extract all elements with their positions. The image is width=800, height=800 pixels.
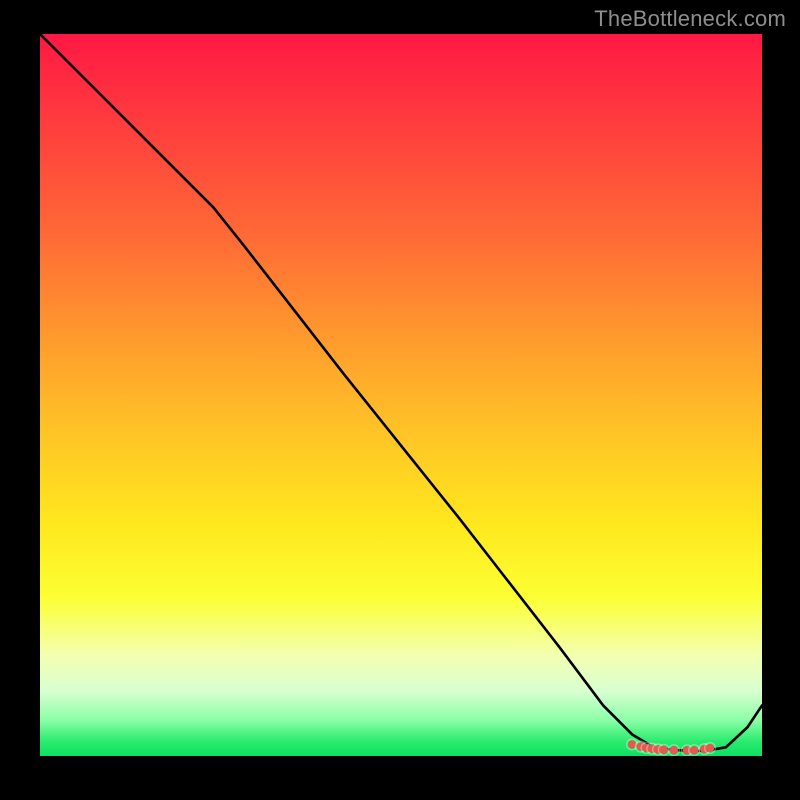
- sweet-spot-markers: [627, 739, 716, 756]
- bottleneck-curve: [40, 34, 762, 751]
- source-watermark: TheBottleneck.com: [594, 6, 786, 32]
- marker: [660, 746, 668, 754]
- marker: [670, 746, 678, 754]
- marker: [690, 746, 698, 754]
- marker: [706, 744, 714, 752]
- plot-svg: [40, 34, 762, 756]
- chart-frame: TheBottleneck.com: [0, 0, 800, 800]
- bottleneck-plot: [40, 34, 762, 756]
